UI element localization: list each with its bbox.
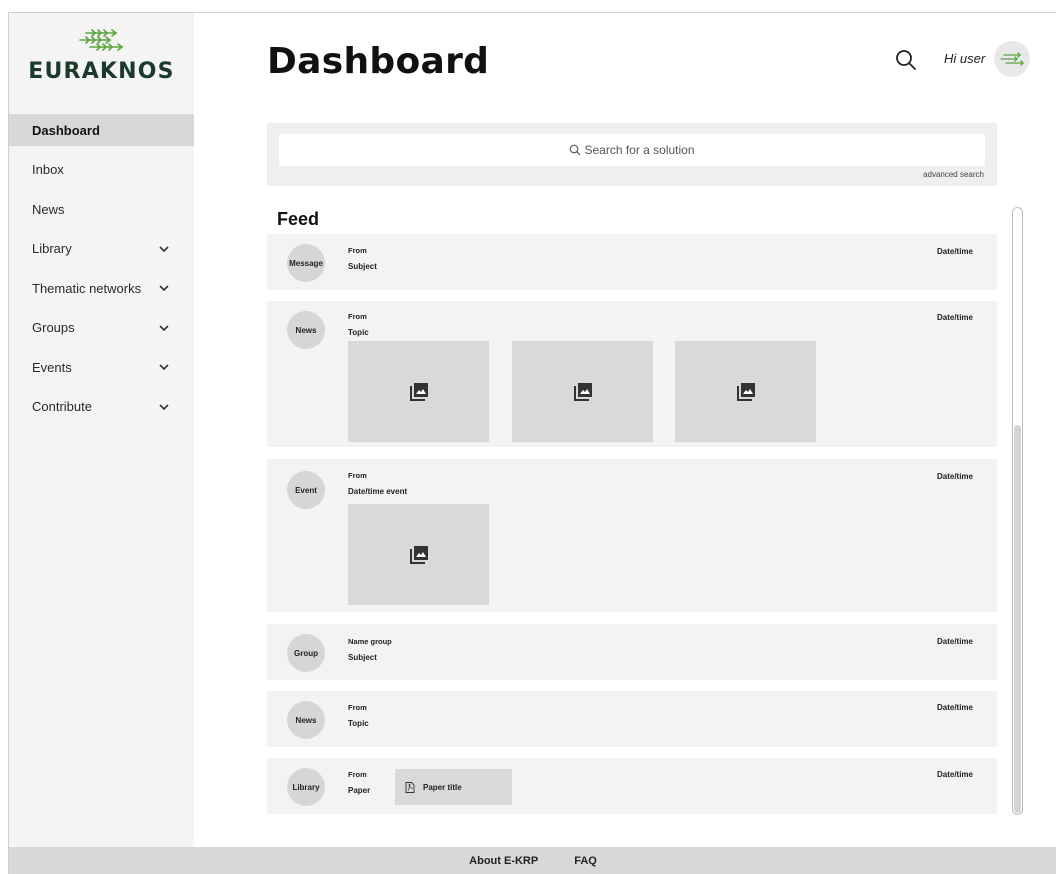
- sidebar-item-label: Events: [32, 359, 72, 375]
- sidebar-item-label: Groups: [32, 320, 75, 335]
- sidebar: EURAKNOS Dashboard Inbox News Library Th…: [9, 13, 194, 847]
- feed-item-library[interactable]: Library From Paper Date/time Paper title: [267, 758, 997, 814]
- feed-item-from: From: [348, 471, 367, 480]
- image-gallery-icon: [409, 382, 428, 401]
- feed-item-event-datetime: Date/time event: [348, 487, 408, 496]
- feed-item-datetime: Date/time: [936, 703, 973, 712]
- leaf-arrows-icon: [1000, 52, 1024, 66]
- logo-text: EURAKNOS: [28, 59, 175, 84]
- sidebar-item-label: Contribute: [32, 399, 92, 414]
- app-window: EURAKNOS Dashboard Inbox News Library Th…: [8, 12, 1056, 874]
- image-thumbnail[interactable]: [348, 341, 489, 442]
- search-placeholder: Search for a solution: [584, 143, 695, 157]
- feed-item-topic: Topic: [348, 328, 369, 337]
- feed-item-event[interactable]: Event From Date/time event Date/time: [267, 459, 997, 612]
- feed-item-datetime: Date/time: [936, 770, 973, 779]
- sidebar-item-news[interactable]: News: [9, 193, 194, 225]
- footer-link-about[interactable]: About E-KRP: [469, 855, 538, 867]
- chevron-down-icon[interactable]: [158, 322, 170, 334]
- feed-item-datetime: Date/time: [936, 472, 973, 481]
- sidebar-item-dashboard[interactable]: Dashboard: [9, 114, 194, 146]
- feed-item-group[interactable]: Group Name group Subject Date/time: [267, 624, 997, 680]
- sidebar-item-events[interactable]: Events: [9, 351, 194, 383]
- paper-title: Paper title: [423, 782, 462, 792]
- chevron-down-icon[interactable]: [158, 282, 170, 294]
- sidebar-item-label: News: [32, 201, 65, 217]
- type-badge: News: [287, 701, 325, 739]
- search-icon[interactable]: [895, 49, 917, 71]
- feed-item-datetime: Date/time: [936, 313, 973, 322]
- feed-item-subject: Subject: [348, 262, 377, 271]
- sidebar-item-library[interactable]: Library: [9, 233, 194, 265]
- chevron-down-icon[interactable]: [158, 243, 170, 255]
- sidebar-item-contribute[interactable]: Contribute: [9, 391, 194, 423]
- feed-item-subject: Subject: [348, 653, 377, 662]
- feed-item-from: From: [348, 703, 367, 712]
- sidebar-item-groups[interactable]: Groups: [9, 312, 194, 344]
- feed-item-news[interactable]: News From Topic Date/time: [267, 301, 997, 447]
- sidebar-item-label: Inbox: [32, 162, 64, 177]
- feed-item-topic: Topic: [348, 719, 369, 728]
- type-badge: Group: [287, 634, 325, 672]
- user-greeting[interactable]: Hi user: [944, 51, 985, 66]
- type-badge: Library: [287, 768, 325, 806]
- image-thumbnail[interactable]: [512, 341, 653, 442]
- type-badge: News: [287, 311, 325, 349]
- feed-item-from: From: [348, 246, 367, 255]
- footer: About E-KRP FAQ: [9, 847, 1056, 874]
- image-thumbnail[interactable]: [348, 504, 489, 605]
- pdf-file-icon: [405, 781, 415, 793]
- chevron-down-icon[interactable]: [158, 361, 170, 373]
- feed-item-news[interactable]: News From Topic Date/time: [267, 691, 997, 747]
- feed-scrollbar[interactable]: [1012, 207, 1023, 815]
- sidebar-item-label: Thematic networks: [32, 280, 142, 296]
- image-thumbnail[interactable]: [675, 341, 816, 442]
- sidebar-nav: Dashboard Inbox News Library Thematic ne…: [9, 114, 194, 430]
- feed-item-datetime: Date/time: [936, 247, 973, 256]
- feed-item-paper: Paper: [348, 786, 371, 795]
- search-input[interactable]: Search for a solution: [279, 134, 985, 166]
- leaf-arrows-icon: [78, 29, 123, 51]
- feed-title: Feed: [277, 209, 320, 229]
- sidebar-item-thematic-networks[interactable]: Thematic networks: [9, 272, 194, 304]
- search-icon: [570, 144, 581, 156]
- footer-link-faq[interactable]: FAQ: [574, 855, 597, 867]
- logo[interactable]: EURAKNOS: [9, 27, 194, 84]
- scrollbar-thumb[interactable]: [1014, 425, 1021, 813]
- sidebar-item-label: Dashboard: [32, 122, 100, 138]
- paper-attachment[interactable]: Paper title: [395, 769, 512, 805]
- advanced-search-link[interactable]: advanced search: [923, 170, 984, 179]
- feed-item-datetime: Date/time: [936, 637, 973, 646]
- type-badge: Event: [287, 471, 325, 509]
- sidebar-item-inbox[interactable]: Inbox: [9, 154, 194, 186]
- image-gallery-icon: [409, 545, 428, 564]
- feed-item-message[interactable]: Message From Subject Date/time: [267, 234, 997, 290]
- feed-item-from: From: [348, 770, 367, 779]
- search-panel: Search for a solution advanced search: [267, 123, 997, 186]
- feed-item-group-name: Name group: [348, 637, 392, 646]
- sidebar-item-label: Library: [32, 241, 72, 256]
- image-gallery-icon: [573, 382, 592, 401]
- feed-item-from: From: [348, 312, 367, 321]
- type-badge: Message: [287, 244, 325, 282]
- page-title: Dashboard: [267, 41, 490, 82]
- avatar[interactable]: [994, 41, 1030, 77]
- image-gallery-icon: [736, 382, 755, 401]
- chevron-down-icon[interactable]: [158, 401, 170, 413]
